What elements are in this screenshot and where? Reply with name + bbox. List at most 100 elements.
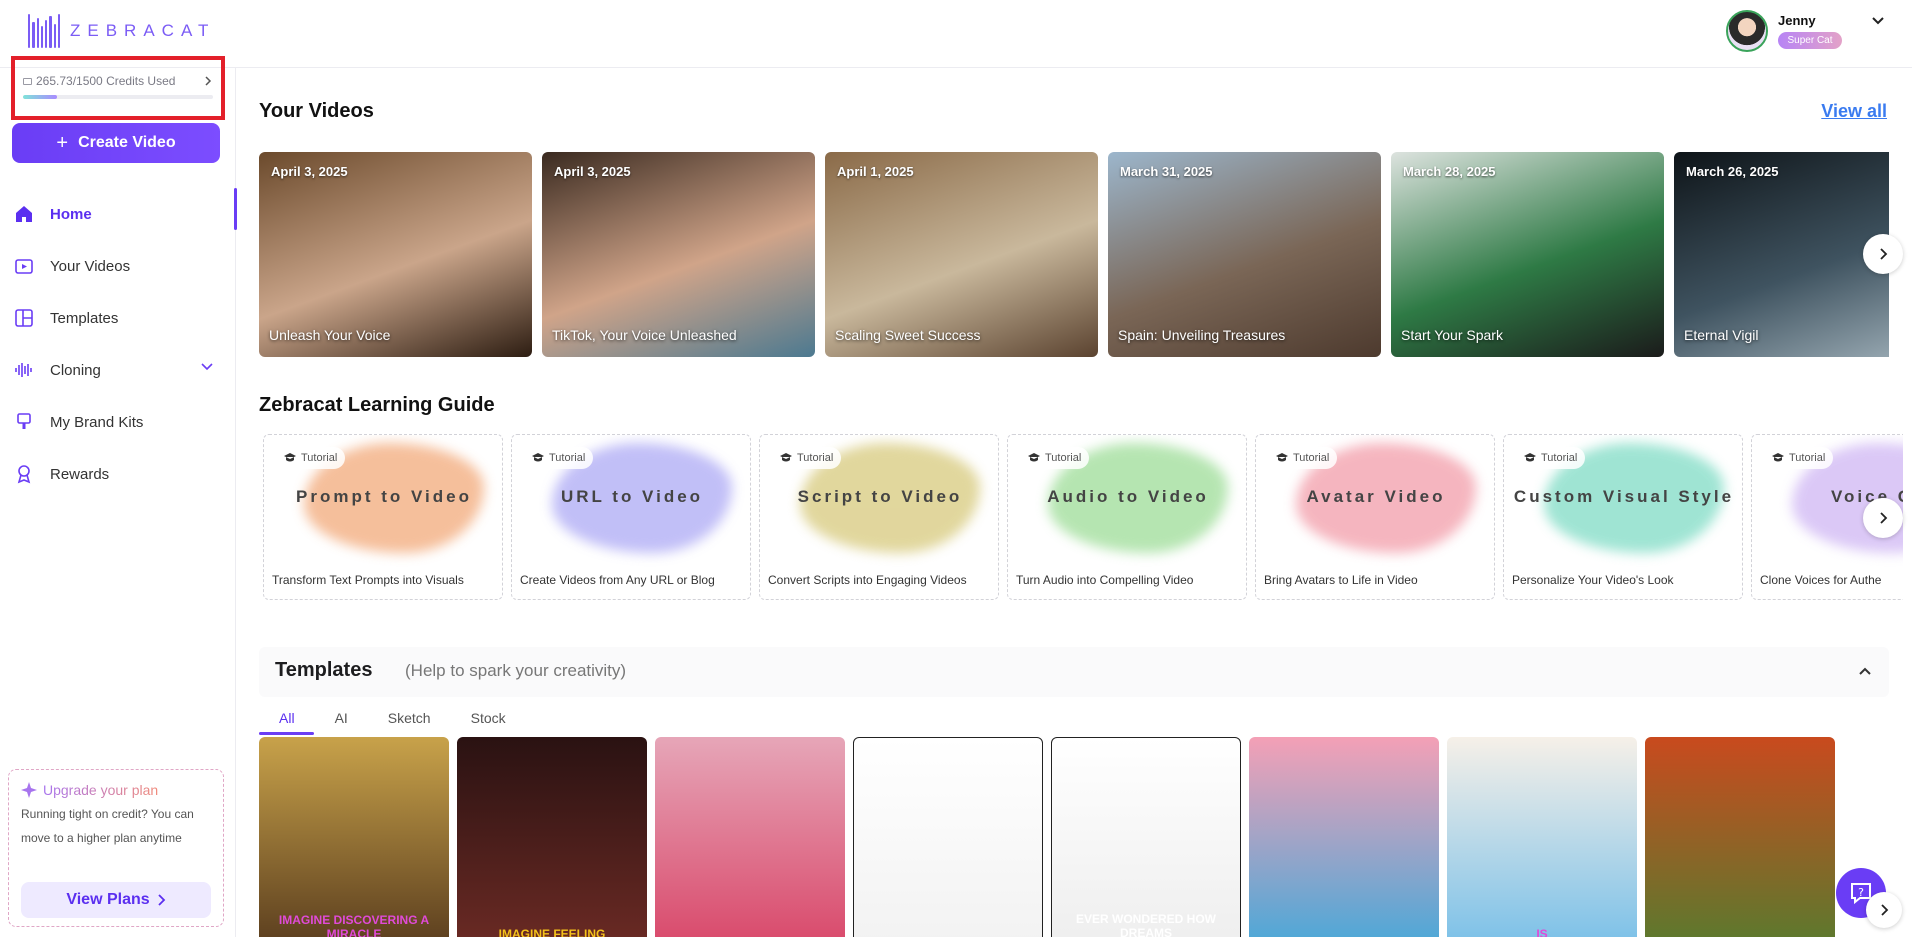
template-card[interactable] — [1645, 737, 1835, 937]
template-card[interactable] — [655, 737, 845, 937]
template-card[interactable]: IMAGINE DISCOVERING A MIRACLE — [259, 737, 449, 937]
guide-card[interactable]: Tutorial Script to Video Convert Scripts… — [759, 434, 999, 600]
chevron-up-icon[interactable] — [1857, 663, 1873, 679]
tab-sketch[interactable]: Sketch — [368, 697, 451, 739]
graduation-cap-icon — [532, 453, 544, 462]
sidebar-item-label: Your Videos — [50, 257, 131, 275]
template-card[interactable] — [853, 737, 1043, 937]
guide-name: URL to Video — [560, 487, 704, 506]
guide-name: Avatar Video — [1306, 487, 1446, 506]
template-card[interactable]: IS — [1447, 737, 1637, 937]
chevron-right-icon — [1880, 512, 1888, 524]
sidebar-item-templates[interactable]: Templates — [0, 292, 236, 344]
guide-card[interactable]: Tutorial URL to Video Create Videos from… — [511, 434, 751, 600]
templates-header: Templates (Help to spark your creativity… — [259, 647, 1889, 697]
guide-card[interactable]: Tutorial Avatar Video Bring Avatars to L… — [1255, 434, 1495, 600]
credits-progress-bar — [23, 95, 213, 99]
your-videos-carousel: April 3, 2025 Unleash Your Voice April 3,… — [259, 152, 1889, 357]
video-date: March 31, 2025 — [1120, 164, 1213, 179]
video-title: Start Your Spark — [1401, 327, 1503, 343]
waveform-icon — [14, 360, 34, 380]
guide-description: Transform Text Prompts into Visuals — [272, 573, 464, 587]
video-date: March 26, 2025 — [1686, 164, 1779, 179]
zebracat-logo[interactable]: ZEBRACAT — [28, 14, 215, 48]
learning-guide-title: Zebracat Learning Guide — [259, 394, 495, 416]
sidebar-item-rewards[interactable]: Rewards — [0, 448, 236, 500]
tab-stock[interactable]: Stock — [451, 697, 526, 739]
tutorial-pill: Tutorial — [772, 447, 842, 469]
sidebar-nav: Home Your Videos Templates Cloning My Br… — [0, 188, 237, 500]
trophy-icon — [14, 464, 34, 484]
video-card[interactable]: March 26, 2025 Eternal Vigil — [1674, 152, 1889, 357]
upgrade-text: Running tight on credit? You can move to… — [21, 807, 194, 845]
sidebar-item-home[interactable]: Home — [0, 188, 237, 240]
create-video-button[interactable]: + Create Video — [12, 123, 220, 163]
guide-description: Personalize Your Video's Look — [1512, 573, 1674, 587]
tab-ai[interactable]: AI — [315, 697, 368, 739]
template-caption: EVER WONDERED HOW DREAMS — [1075, 912, 1216, 937]
templates-grid: IMAGINE DISCOVERING A MIRACLE IMAGINE FEE… — [259, 737, 1899, 937]
tutorial-label: Tutorial — [1045, 452, 1082, 464]
video-date: April 3, 2025 — [554, 164, 631, 179]
templates-tabs: All AI Sketch Stock — [259, 697, 526, 739]
sidebar-item-label: Cloning — [50, 361, 101, 379]
sidebar-item-brand-kits[interactable]: My Brand Kits — [0, 396, 236, 448]
tutorial-label: Tutorial — [1789, 452, 1826, 464]
tab-all[interactable]: All — [259, 697, 315, 739]
view-all-link[interactable]: View all — [1821, 101, 1887, 122]
chevron-right-icon — [1880, 248, 1888, 260]
video-card[interactable]: March 28, 2025 Start Your Spark — [1391, 152, 1664, 357]
sidebar-item-your-videos[interactable]: Your Videos — [0, 240, 236, 292]
graduation-cap-icon — [1276, 453, 1288, 462]
guide-card[interactable]: Tutorial Audio to Video Turn Audio into … — [1007, 434, 1247, 600]
view-plans-button[interactable]: View Plans — [21, 882, 211, 918]
user-menu[interactable]: Jenny Super Cat — [1726, 10, 1888, 52]
chevron-down-icon[interactable] — [1868, 11, 1888, 31]
template-card[interactable]: EVER WONDERED HOW DREAMS — [1051, 737, 1241, 937]
guide-next-button[interactable] — [1863, 498, 1903, 538]
sidebar-item-label: Rewards — [50, 465, 110, 483]
guide-name: Prompt to Video — [296, 487, 472, 506]
video-card[interactable]: April 1, 2025 Scaling Sweet Success — [825, 152, 1098, 357]
template-card[interactable]: IMAGINE FEELING — [457, 737, 647, 937]
sidebar-item-label: Templates — [50, 309, 119, 327]
guide-card[interactable]: Tutorial Prompt to Video Transform Text … — [263, 434, 503, 600]
tutorial-label: Tutorial — [797, 452, 834, 464]
guide-card[interactable]: Tutorial Custom Visual Style Personalize… — [1503, 434, 1743, 600]
sidebar: 265.73/1500 Credits Used + Create Video … — [0, 56, 237, 937]
main-content: Your Videos View all April 3, 2025 Unlea… — [237, 69, 1912, 937]
video-date: April 1, 2025 — [837, 164, 914, 179]
learning-guide-carousel: Tutorial Prompt to Video Transform Text … — [263, 434, 1903, 604]
guide-description: Bring Avatars to Life in Video — [1264, 573, 1418, 587]
graduation-cap-icon — [1028, 453, 1040, 462]
upgrade-title: Upgrade your plan — [43, 782, 159, 798]
chevron-right-icon — [158, 894, 165, 906]
play-icon — [14, 256, 34, 276]
view-plans-label: View Plans — [66, 891, 150, 908]
tutorial-pill: Tutorial — [1020, 447, 1090, 469]
chevron-right-icon[interactable] — [203, 76, 213, 86]
video-card[interactable]: March 31, 2025 Spain: Unveiling Treasure… — [1108, 152, 1381, 357]
chevron-down-icon[interactable] — [200, 360, 214, 374]
tutorial-pill: Tutorial — [1268, 447, 1338, 469]
sparkle-icon — [21, 782, 37, 798]
sidebar-item-cloning[interactable]: Cloning — [0, 344, 236, 396]
svg-text:?: ? — [1858, 886, 1864, 899]
graduation-cap-icon — [284, 453, 296, 462]
video-card[interactable]: April 3, 2025 Unleash Your Voice — [259, 152, 532, 357]
guide-name: Script to Video — [797, 487, 963, 506]
brush-icon — [14, 412, 34, 432]
template-caption: IMAGINE DISCOVERING A MIRACLE — [278, 913, 430, 937]
video-card[interactable]: April 3, 2025 TikTok, Your Voice Unleash… — [542, 152, 815, 357]
chevron-right-icon — [1881, 904, 1889, 916]
avatar[interactable] — [1726, 10, 1768, 52]
credits-usage[interactable]: 265.73/1500 Credits Used — [11, 56, 225, 120]
videos-next-button[interactable] — [1863, 234, 1903, 274]
tutorial-label: Tutorial — [549, 452, 586, 464]
logo-bars-icon — [28, 14, 60, 48]
templates-next-button[interactable] — [1866, 892, 1902, 928]
template-card[interactable] — [1249, 737, 1439, 937]
tutorial-pill: Tutorial — [524, 447, 594, 469]
templates-subtitle: (Help to spark your creativity) — [405, 661, 627, 680]
plus-icon: + — [56, 131, 69, 154]
